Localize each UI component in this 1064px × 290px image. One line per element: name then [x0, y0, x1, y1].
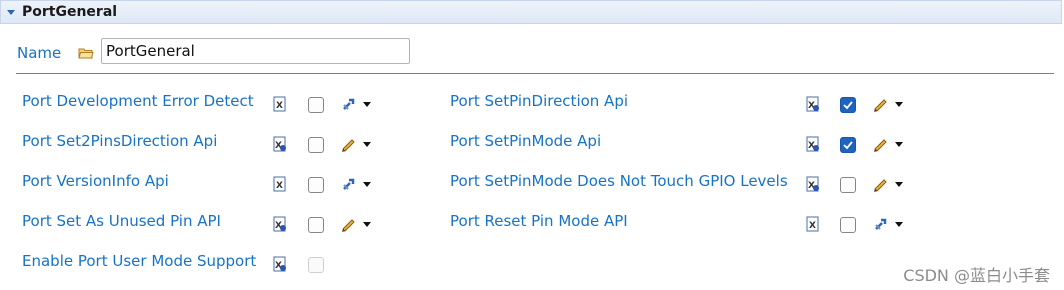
xml-doc-icon[interactable]: X [806, 216, 820, 232]
xml-doc-icon[interactable]: X [273, 216, 287, 232]
chevron-down-icon[interactable] [895, 182, 903, 187]
checkbox-dev-error-detect[interactable] [308, 97, 324, 113]
param-label-setpinmode: Port SetPinMode Api [450, 132, 602, 150]
pencil-icon[interactable] [872, 176, 888, 192]
chevron-down-icon[interactable] [363, 182, 371, 187]
chevron-down-icon[interactable] [895, 102, 903, 107]
config-wrench-icon[interactable] [341, 176, 357, 192]
xml-doc-icon[interactable]: X [806, 136, 820, 152]
section-header-portgeneral[interactable]: PortGeneral [0, 0, 1062, 24]
chevron-down-icon[interactable] [363, 102, 371, 107]
checkbox-set2pins[interactable] [308, 137, 324, 153]
section-title: PortGeneral [22, 4, 118, 20]
divider [16, 73, 1054, 74]
checkbox-versioninfo[interactable] [308, 177, 324, 193]
name-input[interactable] [101, 38, 410, 64]
param-label-gpio-levels: Port SetPinMode Does Not Touch GPIO Leve… [450, 172, 788, 190]
checkbox-unused-pin[interactable] [308, 217, 324, 233]
pencil-icon[interactable] [340, 136, 356, 152]
svg-text:X: X [809, 221, 816, 231]
param-label-setpindirection: Port SetPinDirection Api [450, 92, 629, 110]
pencil-icon[interactable] [872, 96, 888, 112]
checkmark-icon [843, 101, 853, 110]
config-wrench-icon[interactable] [341, 96, 357, 112]
xml-doc-icon[interactable]: X [806, 96, 820, 112]
folder-icon[interactable] [78, 46, 94, 60]
xml-doc-icon[interactable]: X [806, 176, 820, 192]
xml-doc-icon[interactable]: X [273, 256, 287, 272]
watermark-text: CSDN @蓝白小手套 [903, 266, 1050, 285]
svg-text:X: X [276, 181, 283, 191]
pencil-icon[interactable] [872, 136, 888, 152]
xml-doc-icon[interactable]: X [273, 136, 287, 152]
checkbox-setpinmode[interactable] [840, 137, 856, 153]
svg-text:X: X [276, 101, 283, 111]
pencil-icon[interactable] [340, 216, 356, 232]
checkbox-reset-pin-mode[interactable] [840, 217, 856, 233]
xml-doc-icon[interactable]: X [273, 96, 287, 112]
checkbox-gpio-levels[interactable] [840, 177, 856, 193]
param-label-versioninfo: Port VersionInfo Api [22, 172, 169, 190]
name-label: Name [17, 44, 62, 62]
checkbox-setpindirection[interactable] [840, 97, 856, 113]
checkmark-icon [843, 141, 853, 150]
xml-doc-icon[interactable]: X [273, 176, 287, 192]
param-label-user-mode: Enable Port User Mode Support [22, 252, 257, 270]
chevron-down-icon[interactable] [895, 142, 903, 147]
config-wrench-icon[interactable] [873, 216, 889, 232]
chevron-down-icon[interactable] [363, 222, 371, 227]
checkbox-user-mode-disabled [308, 257, 324, 273]
param-label-dev-error-detect: Port Development Error Detect [22, 92, 254, 110]
chevron-down-icon[interactable] [363, 142, 371, 147]
param-label-unused-pin: Port Set As Unused Pin API [22, 212, 221, 230]
chevron-down-icon[interactable] [895, 222, 903, 227]
param-label-reset-pin-mode: Port Reset Pin Mode API [450, 212, 628, 230]
param-label-set2pins: Port Set2PinsDirection Api [22, 132, 218, 150]
collapse-triangle-icon[interactable] [7, 10, 15, 15]
